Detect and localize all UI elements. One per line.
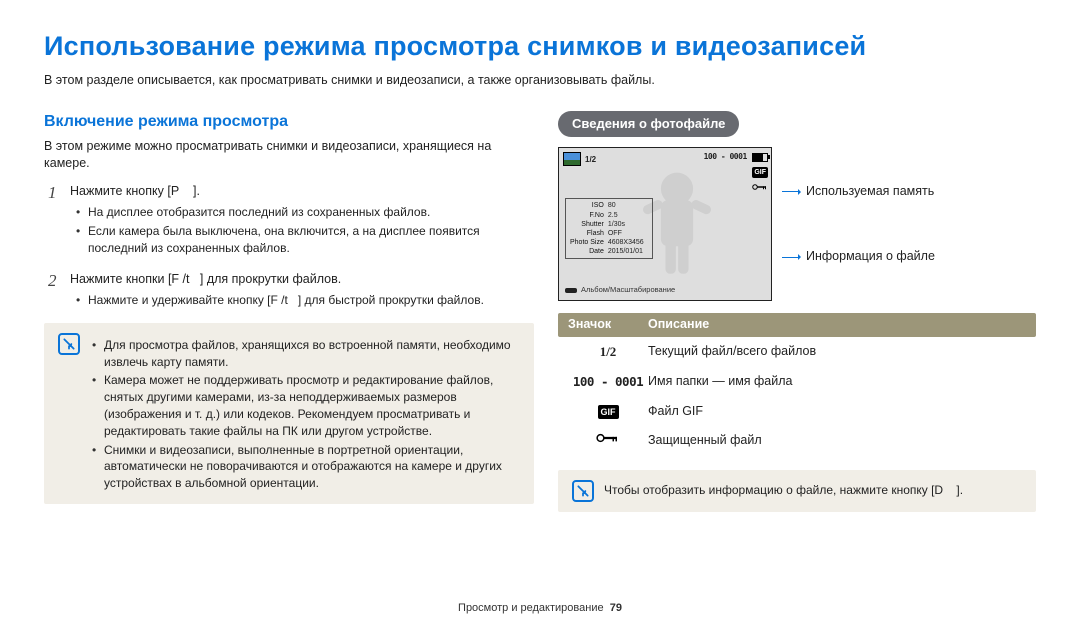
slider-icon [565,288,577,293]
legend-counter-desc: Текущий файл/всего файлов [648,343,816,361]
note-bullet: Камера может не поддерживать просмотр и … [104,372,520,439]
step-1: 1 Нажмите кнопку [P ]. На дисплее отобра… [48,183,534,257]
legend-folder-desc: Имя папки — имя файла [648,373,793,391]
icon-legend-table: Значок Описание 1/2 Текущий файл/всего ф… [558,313,1036,455]
note-icon [58,333,80,355]
footer-page-number: 79 [610,602,622,614]
pill-file-info: Сведения о фотофайле [558,111,739,137]
page-footer: Просмотр и редактирование 79 [0,601,1080,616]
thumbnail-icon [563,152,581,166]
callout-leader [782,191,800,192]
legend-gif-desc: Файл GIF [648,403,703,421]
viewer-bottom-caption: Альбом/Масштабирование [565,285,675,296]
legend-folder-icon: 100 - 0001 [568,373,648,391]
viewer-counter: 1/2 [585,154,596,165]
step-2-bullet: Нажмите и удерживайте кнопку [F /t ] для… [88,292,534,309]
callout-leader [782,257,800,258]
step-1-bullet: На дисплее отобразится последний из сохр… [88,204,534,221]
viewer-preview: 1/2 100 - 0001 GIF [558,147,772,301]
section-intro: В этом режиме можно просматривать снимки… [44,138,534,173]
page-subtitle: В этом разделе описывается, как просматр… [44,72,1036,90]
step-1-text: Нажмите кнопку [P ]. [70,184,200,198]
step-1-number: 1 [48,181,57,205]
section-title-enable-view: Включение режима просмотра [44,111,534,133]
step-2-text: Нажмите кнопки [F /t ] для прокрутки фай… [70,272,341,286]
lock-icon [752,182,768,191]
callout-memory: Используемая память [806,183,934,201]
legend-head-icon: Значок [568,316,648,334]
note-bullet: Снимки и видеозаписи, выполненные в порт… [104,442,520,492]
note-box: Для просмотра файлов, хранящихся во встр… [44,323,534,504]
tip-box: Чтобы отобразить информацию о файле, наж… [558,470,1036,512]
info-overlay: ISO80 F.No2.5 Shutter1/30s FlashOFF Phot… [565,198,653,259]
legend-lock-desc: Защищенный файл [648,432,762,450]
gif-badge-icon: GIF [752,167,768,179]
note-bullet: Для просмотра файлов, хранящихся во встр… [104,337,520,371]
step-2: 2 Нажмите кнопки [F /t ] для прокрутки ф… [48,271,534,309]
step-2-number: 2 [48,269,57,293]
footer-section: Просмотр и редактирование [458,602,604,614]
viewer-folder: 100 - 0001 [704,152,747,161]
callout-fileinfo: Информация о файле [806,248,935,266]
legend-lock-icon [568,432,648,450]
battery-icon [752,153,768,162]
legend-gif-icon: GIF [568,403,648,421]
note-icon [572,480,594,502]
legend-head-desc: Описание [648,316,709,334]
legend-counter-icon: 1/2 [568,343,648,361]
page-title: Использование режима просмотра снимков и… [44,28,1036,66]
tip-text: Чтобы отобразить информацию о файле, наж… [604,482,963,499]
step-1-bullet: Если камера была выключена, она включитс… [88,223,534,257]
